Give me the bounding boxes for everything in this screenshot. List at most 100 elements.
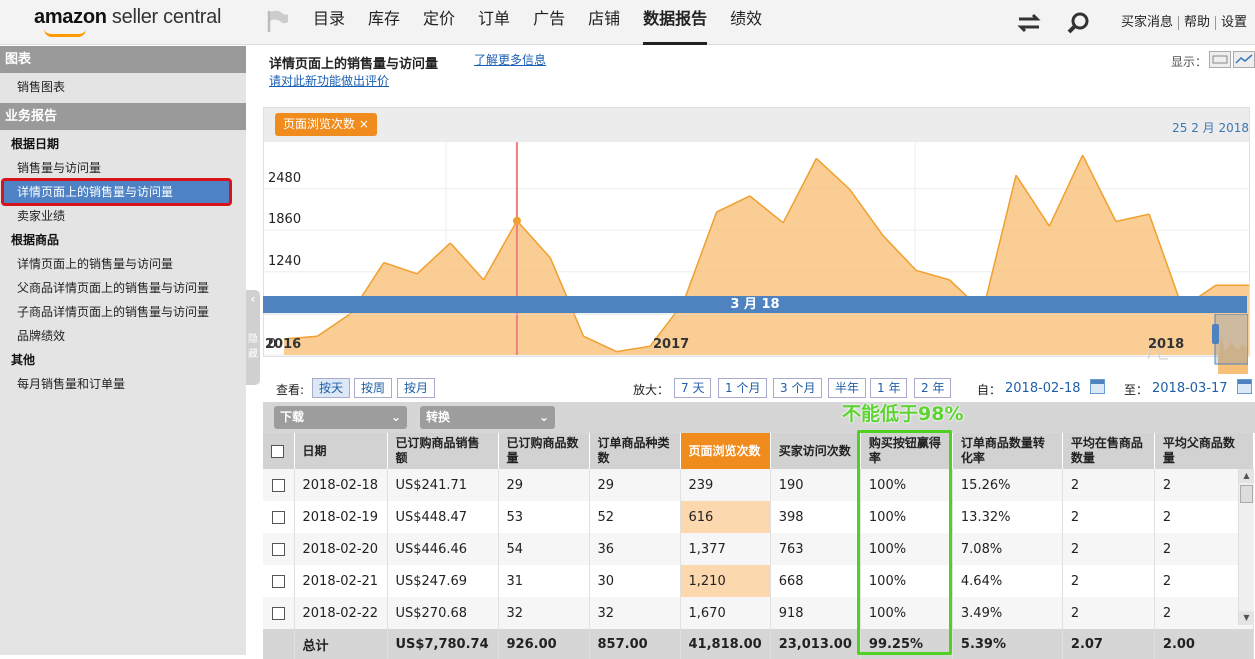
column-header[interactable]: 已订购商品数量 xyxy=(498,433,590,469)
sidebar-section-header[interactable]: 图表 xyxy=(0,46,246,73)
zoom-1y-button[interactable]: 1 年 xyxy=(870,378,908,398)
nav-item[interactable]: 库存 xyxy=(368,0,400,45)
feedback-link[interactable]: 请对此新功能做出评价 xyxy=(269,72,389,89)
table-cell: 52 xyxy=(589,501,681,533)
column-header[interactable]: 日期 xyxy=(294,433,388,469)
row-checkbox[interactable] xyxy=(271,478,285,492)
sidebar-item[interactable]: 详情页面上的销售量与访问量 xyxy=(0,252,246,276)
sidebar-section-header[interactable]: 业务报告 xyxy=(0,103,246,130)
from-date[interactable]: 2018-02-18 xyxy=(1005,381,1081,396)
column-header[interactable]: 订单商品数量转化率 xyxy=(952,433,1063,469)
table-cell: 30 xyxy=(589,565,681,597)
table-cell: 2 xyxy=(1062,597,1155,629)
switch-account-icon[interactable] xyxy=(1016,10,1042,36)
table-cell: 36 xyxy=(589,533,681,565)
calendar-icon[interactable] xyxy=(1237,379,1252,394)
convert-dropdown[interactable]: 转换 ⌄ xyxy=(420,406,555,429)
table-cell: US$446.46 xyxy=(387,533,499,565)
calendar-icon[interactable] xyxy=(1090,379,1105,394)
table-cell: 616 xyxy=(680,501,771,533)
chevron-down-icon: ⌄ xyxy=(390,410,401,424)
table-cell: 1,377 xyxy=(680,533,771,565)
zoom-3m-button[interactable]: 3 个月 xyxy=(773,378,823,398)
to-date[interactable]: 2018-03-17 xyxy=(1152,381,1228,396)
table-cell: 100% xyxy=(860,597,953,629)
to-label: 至： xyxy=(1124,383,1149,397)
column-header[interactable]: 页面浏览次数 xyxy=(680,433,771,469)
table-cell: 2 xyxy=(1062,565,1155,597)
zoom-label: 放大： xyxy=(633,383,670,397)
table-row: 2018-02-22 US$270.68 32 32 1,670 918 100% 3.49%… xyxy=(263,597,1254,629)
column-header[interactable]: 平均父商品数量 xyxy=(1154,433,1254,469)
scroll-up-icon[interactable]: ▲ xyxy=(1239,469,1254,483)
timeline-navigator[interactable] xyxy=(263,314,1248,374)
help-link[interactable]: 帮助 xyxy=(1177,15,1215,30)
column-header[interactable]: 已订购商品销售额 xyxy=(387,433,499,469)
table-cell: 1,210 xyxy=(680,565,771,597)
zoom-2y-button[interactable]: 2 年 xyxy=(914,378,952,398)
nav-item[interactable]: 数据报告 xyxy=(643,0,708,45)
select-all-checkbox[interactable] xyxy=(271,444,284,458)
table-scrollbar[interactable]: ▲ ▼ xyxy=(1238,469,1254,625)
zoom-7d-button[interactable]: 7 天 xyxy=(674,378,712,398)
table-cell: 32 xyxy=(589,597,681,629)
sidebar-item[interactable]: 卖家业绩 xyxy=(0,204,246,228)
view-label: 查看: xyxy=(276,383,305,397)
column-header[interactable]: 平均在售商品数量 xyxy=(1062,433,1155,469)
nav-item[interactable]: 目录 xyxy=(313,0,345,45)
nav-item[interactable]: 订单 xyxy=(478,0,510,45)
chevron-left-icon: ‹ xyxy=(250,292,256,306)
row-checkbox[interactable] xyxy=(271,542,285,556)
row-select-cell xyxy=(263,501,295,533)
flag-icon[interactable] xyxy=(264,8,290,34)
chart-view-icon[interactable] xyxy=(1233,51,1255,68)
table-cell: 53 xyxy=(498,501,590,533)
sidebar-item[interactable]: 每月销售量和订单量 xyxy=(0,372,246,396)
sidebar-item[interactable]: 销售量与访问量 xyxy=(0,156,246,180)
buyer-messages-link[interactable]: 买家消息 xyxy=(1116,15,1178,30)
sidebar-item[interactable]: 父商品详情页面上的销售量与访问量 xyxy=(0,276,246,300)
column-header[interactable]: 订单商品种类数 xyxy=(589,433,681,469)
column-header[interactable]: 购买按钮赢得率 xyxy=(860,433,953,469)
view-day-button[interactable]: 按天 xyxy=(312,378,351,398)
zoom-6m-button[interactable]: 半年 xyxy=(828,378,867,398)
table-toolbar: 下载 ⌄ 转换 ⌄ xyxy=(263,402,1255,433)
row-checkbox[interactable] xyxy=(271,606,285,620)
nav-item[interactable]: 店铺 xyxy=(588,0,620,45)
nav-item[interactable]: 定价 xyxy=(423,0,455,45)
sidebar-item[interactable]: 品牌绩效 xyxy=(0,324,246,348)
amazon-smile-icon xyxy=(44,29,86,37)
nav-item[interactable]: 绩效 xyxy=(730,0,762,45)
sidebar-item[interactable]: 子商品详情页面上的销售量与访问量 xyxy=(0,300,246,324)
sidebar-item[interactable]: 销售图表 xyxy=(0,75,246,99)
table-cell: 2 xyxy=(1062,501,1155,533)
scroll-down-icon[interactable]: ▼ xyxy=(1239,611,1254,625)
table-cell: US$448.47 xyxy=(387,501,499,533)
sidebar-item[interactable]: 详情页面上的销售量与访问量 xyxy=(1,178,232,206)
table-cell: 13.32% xyxy=(952,501,1063,533)
main-content: 详情页面上的销售量与访问量 了解更多信息 请对此新功能做出评价 显示： 页面浏览… xyxy=(262,46,1255,659)
table-cell: 2 xyxy=(1062,533,1155,565)
zoom-1m-button[interactable]: 1 个月 xyxy=(718,378,768,398)
table-cell: US$247.69 xyxy=(387,565,499,597)
timeline-label: 2017 xyxy=(653,337,690,352)
chart-controls: 查看: 按天 按周 按月 放大： 7 天 1 个月 3 个月 半年 1 年 2 … xyxy=(262,376,1255,400)
page-title: 详情页面上的销售量与访问量 xyxy=(269,57,439,72)
learn-more-link[interactable]: 了解更多信息 xyxy=(474,51,546,68)
row-checkbox[interactable] xyxy=(271,574,285,588)
hover-point[interactable] xyxy=(512,216,521,225)
view-week-button[interactable]: 按周 xyxy=(354,378,393,398)
row-select-cell xyxy=(263,597,295,629)
table-view-icon[interactable] xyxy=(1209,51,1231,68)
settings-link[interactable]: 设置 xyxy=(1214,15,1255,30)
amazon-seller-central-logo[interactable]: amazon seller central xyxy=(34,6,221,29)
download-dropdown[interactable]: 下载 ⌄ xyxy=(274,406,407,429)
search-icon[interactable] xyxy=(1066,10,1092,36)
table-cell: 29 xyxy=(589,469,681,501)
scroll-thumb[interactable] xyxy=(1240,485,1253,503)
view-month-button[interactable]: 按月 xyxy=(397,378,436,398)
column-header[interactable]: 买家访问次数 xyxy=(770,433,861,469)
sidebar-collapse-toggle[interactable]: ‹ 隐藏 xyxy=(246,290,260,385)
nav-item[interactable]: 广告 xyxy=(533,0,565,45)
row-checkbox[interactable] xyxy=(271,510,285,524)
